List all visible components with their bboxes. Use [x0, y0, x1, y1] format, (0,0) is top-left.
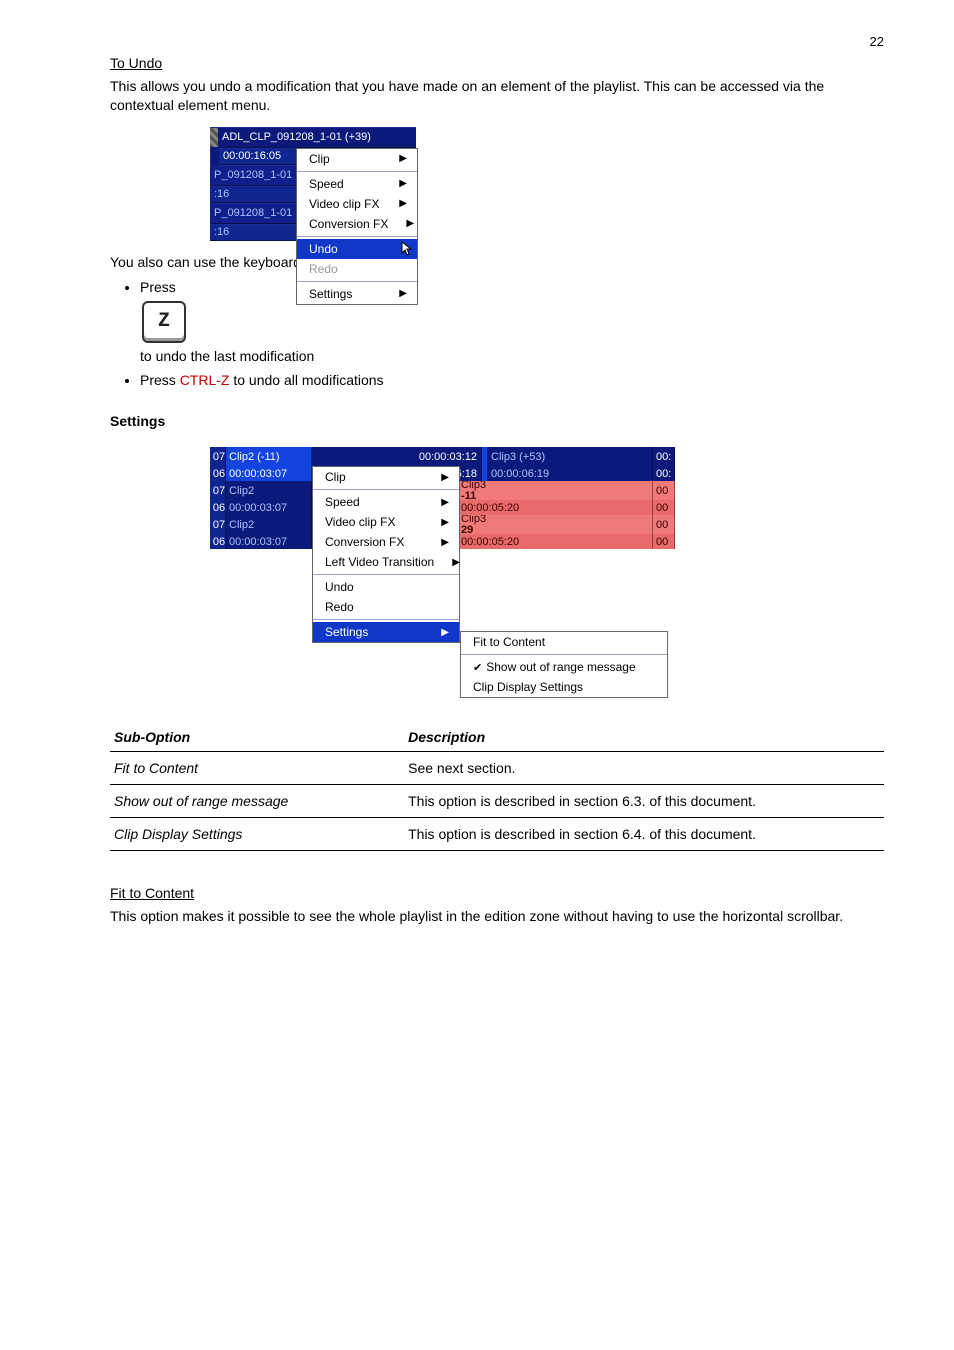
- menu-item-settings[interactable]: Settings▶: [313, 622, 459, 642]
- track-offset: 29: [461, 525, 473, 535]
- undo-intro-text: This allows you undo a modification that…: [110, 77, 884, 115]
- menu-item-undo[interactable]: Undo: [297, 239, 417, 259]
- section-heading-fit-to-content: Fit to Content: [110, 885, 884, 901]
- chevron-right-icon: ▶: [399, 198, 407, 209]
- track-clip-name: P_091208_1-01: [210, 207, 292, 219]
- chevron-right-icon: ▶: [399, 178, 407, 189]
- context-menu: Clip▶ Speed▶ Video clip FX▶ Conversion F…: [296, 148, 418, 305]
- track-num: 07: [210, 447, 226, 466]
- menu-item-speed[interactable]: Speed▶: [297, 174, 417, 194]
- submenu-item-show-out-of-range[interactable]: Show out of range message: [461, 657, 667, 677]
- track-timecode: 00:00:05:20: [458, 534, 653, 549]
- menu-item-clip[interactable]: Clip▶: [297, 149, 417, 169]
- track-offset: -11: [461, 491, 476, 501]
- page-number: 22: [110, 34, 884, 49]
- track-clip: Clip2: [226, 515, 312, 534]
- fit-to-content-text: This option makes it possible to see the…: [110, 907, 884, 926]
- chevron-right-icon: ▶: [406, 218, 414, 229]
- chevron-right-icon: ▶: [441, 497, 449, 508]
- track-timecode: 00:: [653, 447, 675, 466]
- chevron-right-icon: ▶: [399, 288, 407, 299]
- table-row: Show out of range message This option is…: [110, 785, 884, 818]
- menu-item-undo[interactable]: Undo: [313, 577, 459, 597]
- z-key-graphic: Z: [142, 301, 186, 343]
- table-row: Clip Display Settings This option is des…: [110, 818, 884, 851]
- menu-item-video-clip-fx[interactable]: Video clip FX▶: [297, 194, 417, 214]
- track-num: 07: [210, 515, 226, 534]
- chevron-right-icon: ▶: [441, 472, 449, 483]
- context-menu: Clip▶ Speed▶ Video clip FX▶ Conversion F…: [312, 466, 460, 643]
- track-clip: Clip2: [226, 481, 312, 500]
- track-clip: Clip2 (-11): [226, 447, 312, 466]
- figure-settings-contextmenu: 07 Clip2 (-11) 00:00:03:12 Clip3 (+53) 0…: [210, 447, 675, 707]
- menu-item-redo[interactable]: Redo: [313, 597, 459, 617]
- track-timecode: 00:00:03:07: [226, 500, 312, 515]
- bullet-undo-all: Press CTRL-Z to undo all modifications: [140, 371, 884, 390]
- track-num: 06: [210, 466, 226, 481]
- menu-item-speed[interactable]: Speed▶: [313, 492, 459, 512]
- key-icon: Z: [142, 301, 186, 343]
- track-timecode: 00: [653, 500, 675, 515]
- settings-subheading: Settings: [110, 412, 884, 431]
- table-header-description: Description: [404, 723, 884, 752]
- track-timecode: 00:00:03:07: [226, 534, 312, 549]
- track-timecode: 00:: [653, 466, 675, 481]
- track-num: 07: [210, 481, 226, 500]
- clip-handle-icon: [210, 128, 218, 147]
- section-heading-undo: To Undo: [110, 55, 884, 71]
- suboptions-table: Sub-Option Description Fit to Content Se…: [110, 723, 884, 851]
- track-clip: Clip3 (+53): [488, 447, 653, 466]
- submenu-item-fit-to-content[interactable]: Fit to Content: [461, 632, 667, 652]
- menu-item-redo: Redo: [297, 259, 417, 279]
- track-num: 06: [210, 500, 226, 515]
- track-clip-name: :16: [210, 188, 229, 200]
- track-timecode: 00:00:16:05: [219, 150, 281, 162]
- track-timecode: 00: [653, 534, 675, 549]
- table-header-suboption: Sub-Option: [110, 723, 404, 752]
- track-timecode: 00: [653, 481, 675, 500]
- submenu-item-clip-display-settings[interactable]: Clip Display Settings: [461, 677, 667, 697]
- menu-item-video-clip-fx[interactable]: Video clip FX▶: [313, 512, 459, 532]
- menu-item-left-video-transition[interactable]: Left Video Transition▶: [313, 552, 459, 572]
- menu-item-conversion-fx[interactable]: Conversion FX▶: [313, 532, 459, 552]
- menu-item-conversion-fx[interactable]: Conversion FX▶: [297, 214, 417, 234]
- track-timecode: 00:00:03:07: [226, 466, 312, 481]
- track-clip-name: P_091208_1-01: [210, 169, 292, 181]
- track-timecode: 00: [653, 515, 675, 534]
- bullet-undo-last: Press Z to undo the last modification: [140, 278, 884, 366]
- chevron-right-icon: ▶: [441, 517, 449, 528]
- track-clip-name: :16: [210, 226, 229, 238]
- menu-item-settings[interactable]: Settings▶: [297, 284, 417, 304]
- track-title: ADL_CLP_091208_1-01 (+39): [218, 131, 371, 143]
- figure-undo-contextmenu: ADL_CLP_091208_1-01 (+39) 00:00:16:05 P_…: [210, 127, 416, 241]
- chevron-right-icon: ▶: [441, 627, 449, 638]
- track-row: ADL_CLP_091208_1-01 (+39): [210, 127, 416, 148]
- shortcuts-intro: You also can use the keyboard shortcuts:: [110, 253, 884, 272]
- track-timecode: 00:00:03:12: [312, 447, 482, 466]
- track-num: 06: [210, 534, 226, 549]
- track-timecode: 00:00:06:19: [488, 466, 653, 481]
- menu-item-clip[interactable]: Clip▶: [313, 467, 459, 487]
- context-submenu: Fit to Content Show out of range message…: [460, 631, 668, 698]
- cursor-icon: [401, 241, 415, 257]
- chevron-right-icon: ▶: [452, 557, 460, 568]
- table-row: Fit to Content See next section.: [110, 752, 884, 785]
- chevron-right-icon: ▶: [399, 153, 407, 164]
- chevron-right-icon: ▶: [441, 537, 449, 548]
- track-timecode: 00:00:05:20: [458, 500, 653, 515]
